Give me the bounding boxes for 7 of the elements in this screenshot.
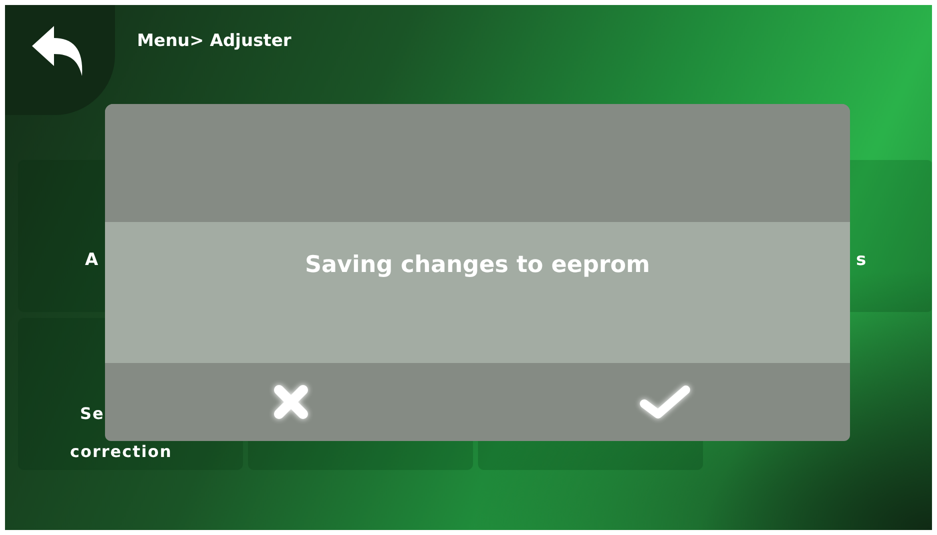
dialog-message: Saving changes to eeprom	[304, 252, 650, 280]
tile-label: Se	[80, 404, 104, 424]
tile-label: A	[85, 250, 100, 270]
back-button[interactable]	[5, 5, 115, 115]
breadcrumb: Menu> Adjuster	[137, 31, 292, 51]
tile-label: correction	[70, 442, 172, 462]
tile-label: s	[856, 250, 868, 270]
